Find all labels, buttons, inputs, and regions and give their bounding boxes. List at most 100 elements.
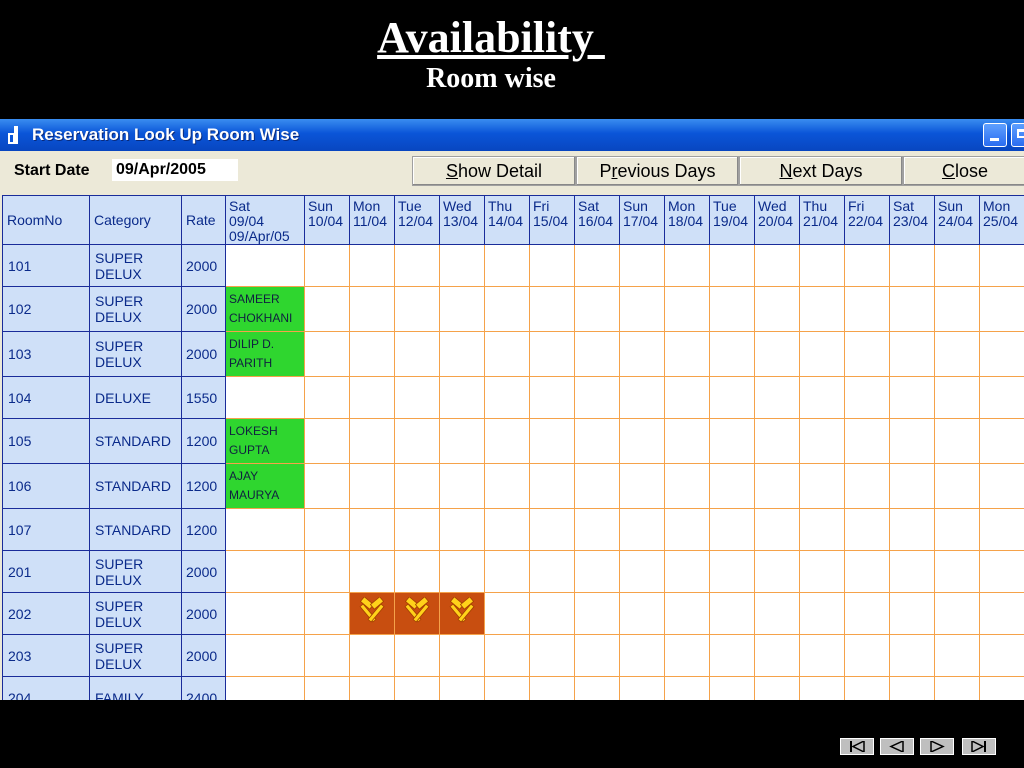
- availability-cell[interactable]: [439, 376, 485, 419]
- category-cell[interactable]: STANDARD: [89, 508, 182, 551]
- availability-cell[interactable]: [394, 634, 440, 677]
- category-cell[interactable]: STANDARD: [89, 418, 182, 464]
- availability-cell[interactable]: [529, 331, 575, 377]
- day-column-header[interactable]: Sat 16/04: [574, 195, 620, 245]
- availability-cell[interactable]: [664, 244, 710, 287]
- availability-cell[interactable]: [304, 376, 350, 419]
- availability-cell[interactable]: [934, 592, 980, 635]
- availability-cell[interactable]: [979, 508, 1024, 551]
- availability-cell[interactable]: [484, 676, 530, 700]
- maximize-button[interactable]: [1011, 123, 1024, 147]
- availability-cell[interactable]: [619, 463, 665, 509]
- category-cell[interactable]: SUPER DELUX: [89, 550, 182, 593]
- booking-cell[interactable]: AJAY MAURYA: [225, 463, 305, 509]
- availability-cell[interactable]: [349, 376, 395, 419]
- availability-cell[interactable]: [529, 550, 575, 593]
- availability-cell[interactable]: [439, 550, 485, 593]
- availability-cell[interactable]: [889, 244, 935, 287]
- rate-cell[interactable]: 2000: [181, 634, 226, 677]
- availability-cell[interactable]: [619, 331, 665, 377]
- availability-cell[interactable]: [394, 244, 440, 287]
- availability-cell[interactable]: [394, 676, 440, 700]
- category-cell[interactable]: SUPER DELUX: [89, 244, 182, 287]
- room-number-cell[interactable]: 202: [2, 592, 90, 635]
- availability-cell[interactable]: [934, 508, 980, 551]
- availability-cell[interactable]: [574, 676, 620, 700]
- minimize-button[interactable]: [983, 123, 1007, 147]
- day-column-header[interactable]: Fri 15/04: [529, 195, 575, 245]
- availability-cell[interactable]: [844, 550, 890, 593]
- availability-cell[interactable]: [889, 463, 935, 509]
- availability-cell[interactable]: [889, 418, 935, 464]
- availability-cell[interactable]: [484, 244, 530, 287]
- availability-cell[interactable]: [349, 463, 395, 509]
- availability-cell[interactable]: [304, 331, 350, 377]
- availability-cell[interactable]: [394, 331, 440, 377]
- availability-cell[interactable]: [709, 331, 755, 377]
- availability-cell[interactable]: [439, 634, 485, 677]
- availability-cell[interactable]: [225, 550, 305, 593]
- column-header[interactable]: RoomNo: [2, 195, 90, 245]
- availability-cell[interactable]: [484, 463, 530, 509]
- booking-cell[interactable]: DILIP D. PARITH: [225, 331, 305, 377]
- availability-cell[interactable]: [889, 550, 935, 593]
- rate-cell[interactable]: 1200: [181, 508, 226, 551]
- day-column-header[interactable]: Thu 14/04: [484, 195, 530, 245]
- availability-cell[interactable]: [934, 244, 980, 287]
- day-column-header[interactable]: Tue 12/04: [394, 195, 440, 245]
- availability-cell[interactable]: [709, 508, 755, 551]
- availability-cell[interactable]: [844, 592, 890, 635]
- availability-cell[interactable]: [439, 463, 485, 509]
- availability-cell[interactable]: [529, 676, 575, 700]
- availability-cell[interactable]: [709, 376, 755, 419]
- availability-cell[interactable]: [844, 676, 890, 700]
- availability-cell[interactable]: [439, 508, 485, 551]
- show-detail-button[interactable]: Show Detail: [412, 156, 576, 186]
- booking-cell[interactable]: SAMEER CHOKHANI: [225, 286, 305, 332]
- availability-cell[interactable]: [574, 331, 620, 377]
- availability-cell[interactable]: [574, 550, 620, 593]
- availability-cell[interactable]: [709, 244, 755, 287]
- availability-cell[interactable]: [619, 508, 665, 551]
- availability-cell[interactable]: [934, 331, 980, 377]
- room-number-cell[interactable]: 106: [2, 463, 90, 509]
- availability-cell[interactable]: [889, 286, 935, 332]
- availability-cell[interactable]: [709, 550, 755, 593]
- day-column-header[interactable]: Sun 24/04: [934, 195, 980, 245]
- availability-cell[interactable]: [799, 676, 845, 700]
- availability-cell[interactable]: [799, 550, 845, 593]
- availability-cell[interactable]: [304, 286, 350, 332]
- availability-cell[interactable]: [529, 286, 575, 332]
- availability-cell[interactable]: [799, 418, 845, 464]
- availability-cell[interactable]: [934, 418, 980, 464]
- availability-cell[interactable]: [979, 286, 1024, 332]
- category-cell[interactable]: SUPER DELUX: [89, 634, 182, 677]
- availability-cell[interactable]: [664, 676, 710, 700]
- availability-cell[interactable]: [934, 286, 980, 332]
- availability-cell[interactable]: [439, 244, 485, 287]
- availability-cell[interactable]: [889, 592, 935, 635]
- availability-cell[interactable]: [349, 550, 395, 593]
- availability-cell[interactable]: [484, 592, 530, 635]
- availability-cell[interactable]: [709, 463, 755, 509]
- availability-cell[interactable]: [574, 286, 620, 332]
- availability-cell[interactable]: [979, 592, 1024, 635]
- previous-slide-button[interactable]: [880, 738, 914, 755]
- day-column-header[interactable]: Wed 13/04: [439, 195, 485, 245]
- availability-cell[interactable]: [484, 550, 530, 593]
- previous-days-button[interactable]: Previous Days: [576, 156, 739, 186]
- availability-cell[interactable]: [304, 550, 350, 593]
- room-number-cell[interactable]: 203: [2, 634, 90, 677]
- availability-cell[interactable]: [304, 676, 350, 700]
- availability-cell[interactable]: [394, 508, 440, 551]
- room-number-cell[interactable]: 104: [2, 376, 90, 419]
- category-cell[interactable]: SUPER DELUX: [89, 331, 182, 377]
- availability-cell[interactable]: [664, 508, 710, 551]
- room-number-cell[interactable]: 103: [2, 331, 90, 377]
- availability-cell[interactable]: [439, 418, 485, 464]
- availability-cell[interactable]: [349, 286, 395, 332]
- availability-cell[interactable]: [304, 418, 350, 464]
- rate-cell[interactable]: 2000: [181, 286, 226, 332]
- availability-cell[interactable]: [799, 463, 845, 509]
- availability-cell[interactable]: [394, 418, 440, 464]
